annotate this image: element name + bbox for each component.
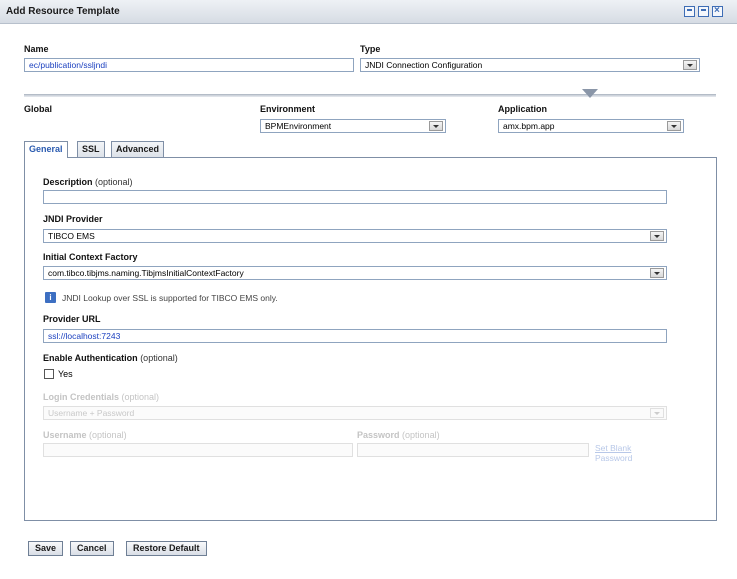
scope-slider-thumb[interactable] — [582, 89, 598, 98]
enable-auth-label: Enable Authentication (optional) — [43, 353, 178, 363]
name-input[interactable]: ec/publication/ssljndi — [24, 58, 354, 72]
chevron-down-icon[interactable] — [650, 408, 664, 418]
environment-select-value: BPMEnvironment — [265, 121, 332, 131]
name-label: Name — [24, 44, 49, 54]
jndi-provider-value: TIBCO EMS — [48, 231, 95, 241]
global-label: Global — [24, 104, 53, 114]
chevron-down-icon[interactable] — [650, 231, 664, 241]
login-credentials-label: Login Credentials (optional) — [43, 392, 160, 402]
username-input[interactable] — [43, 443, 353, 457]
type-select-value: JNDI Connection Configuration — [365, 60, 483, 70]
chevron-down-icon[interactable] — [667, 121, 681, 131]
dialog-titlebar: Add Resource Template — [0, 0, 737, 24]
enable-auth-checkbox-label[interactable]: Yes — [58, 369, 73, 379]
tab-ssl[interactable]: SSL — [77, 141, 105, 157]
set-blank-password-link[interactable]: Set Blank Password — [595, 443, 655, 462]
tab-general[interactable]: General — [24, 141, 68, 158]
initial-context-factory-select[interactable]: com.tibco.tibjms.naming.TibjmsInitialCon… — [43, 266, 667, 280]
initial-context-factory-value: com.tibco.tibjms.naming.TibjmsInitialCon… — [48, 268, 244, 278]
password-label: Password (optional) — [357, 430, 440, 440]
login-credentials-value: Username + Password — [48, 408, 135, 418]
jndi-provider-select[interactable]: TIBCO EMS — [43, 229, 667, 243]
scope-slider-track[interactable] — [24, 94, 716, 97]
password-input[interactable] — [357, 443, 589, 457]
info-icon: i — [45, 292, 56, 303]
restore-default-button[interactable]: Restore Default — [126, 541, 207, 556]
minimize-icon[interactable] — [684, 6, 695, 17]
environment-label: Environment — [260, 104, 316, 114]
type-select[interactable]: JNDI Connection Configuration — [360, 58, 700, 72]
environment-select[interactable]: BPMEnvironment — [260, 119, 446, 133]
tab-advanced[interactable]: Advanced — [111, 141, 165, 157]
provider-url-label: Provider URL — [43, 314, 101, 324]
close-icon[interactable] — [712, 6, 723, 17]
username-label: Username (optional) — [43, 430, 127, 440]
description-label: Description (optional) — [43, 177, 133, 187]
application-select[interactable]: amx.bpm.app — [498, 119, 684, 133]
application-label: Application — [498, 104, 547, 114]
enable-auth-checkbox[interactable] — [44, 369, 54, 379]
application-select-value: amx.bpm.app — [503, 121, 555, 131]
jndi-provider-label: JNDI Provider — [43, 214, 103, 224]
ssl-info-message: JNDI Lookup over SSL is supported for TI… — [62, 293, 278, 303]
chevron-down-icon[interactable] — [683, 60, 697, 70]
cancel-button[interactable]: Cancel — [70, 541, 114, 556]
chevron-down-icon[interactable] — [429, 121, 443, 131]
login-credentials-select[interactable]: Username + Password — [43, 406, 667, 420]
description-input[interactable] — [43, 190, 667, 204]
save-button[interactable]: Save — [28, 541, 64, 556]
chevron-down-icon[interactable] — [650, 268, 664, 278]
initial-context-factory-label: Initial Context Factory — [43, 252, 138, 262]
dialog-title: Add Resource Template — [6, 6, 120, 17]
type-label: Type — [360, 44, 381, 54]
maximize-icon[interactable] — [698, 6, 709, 17]
provider-url-input[interactable]: ssl://localhost:7243 — [43, 329, 667, 343]
